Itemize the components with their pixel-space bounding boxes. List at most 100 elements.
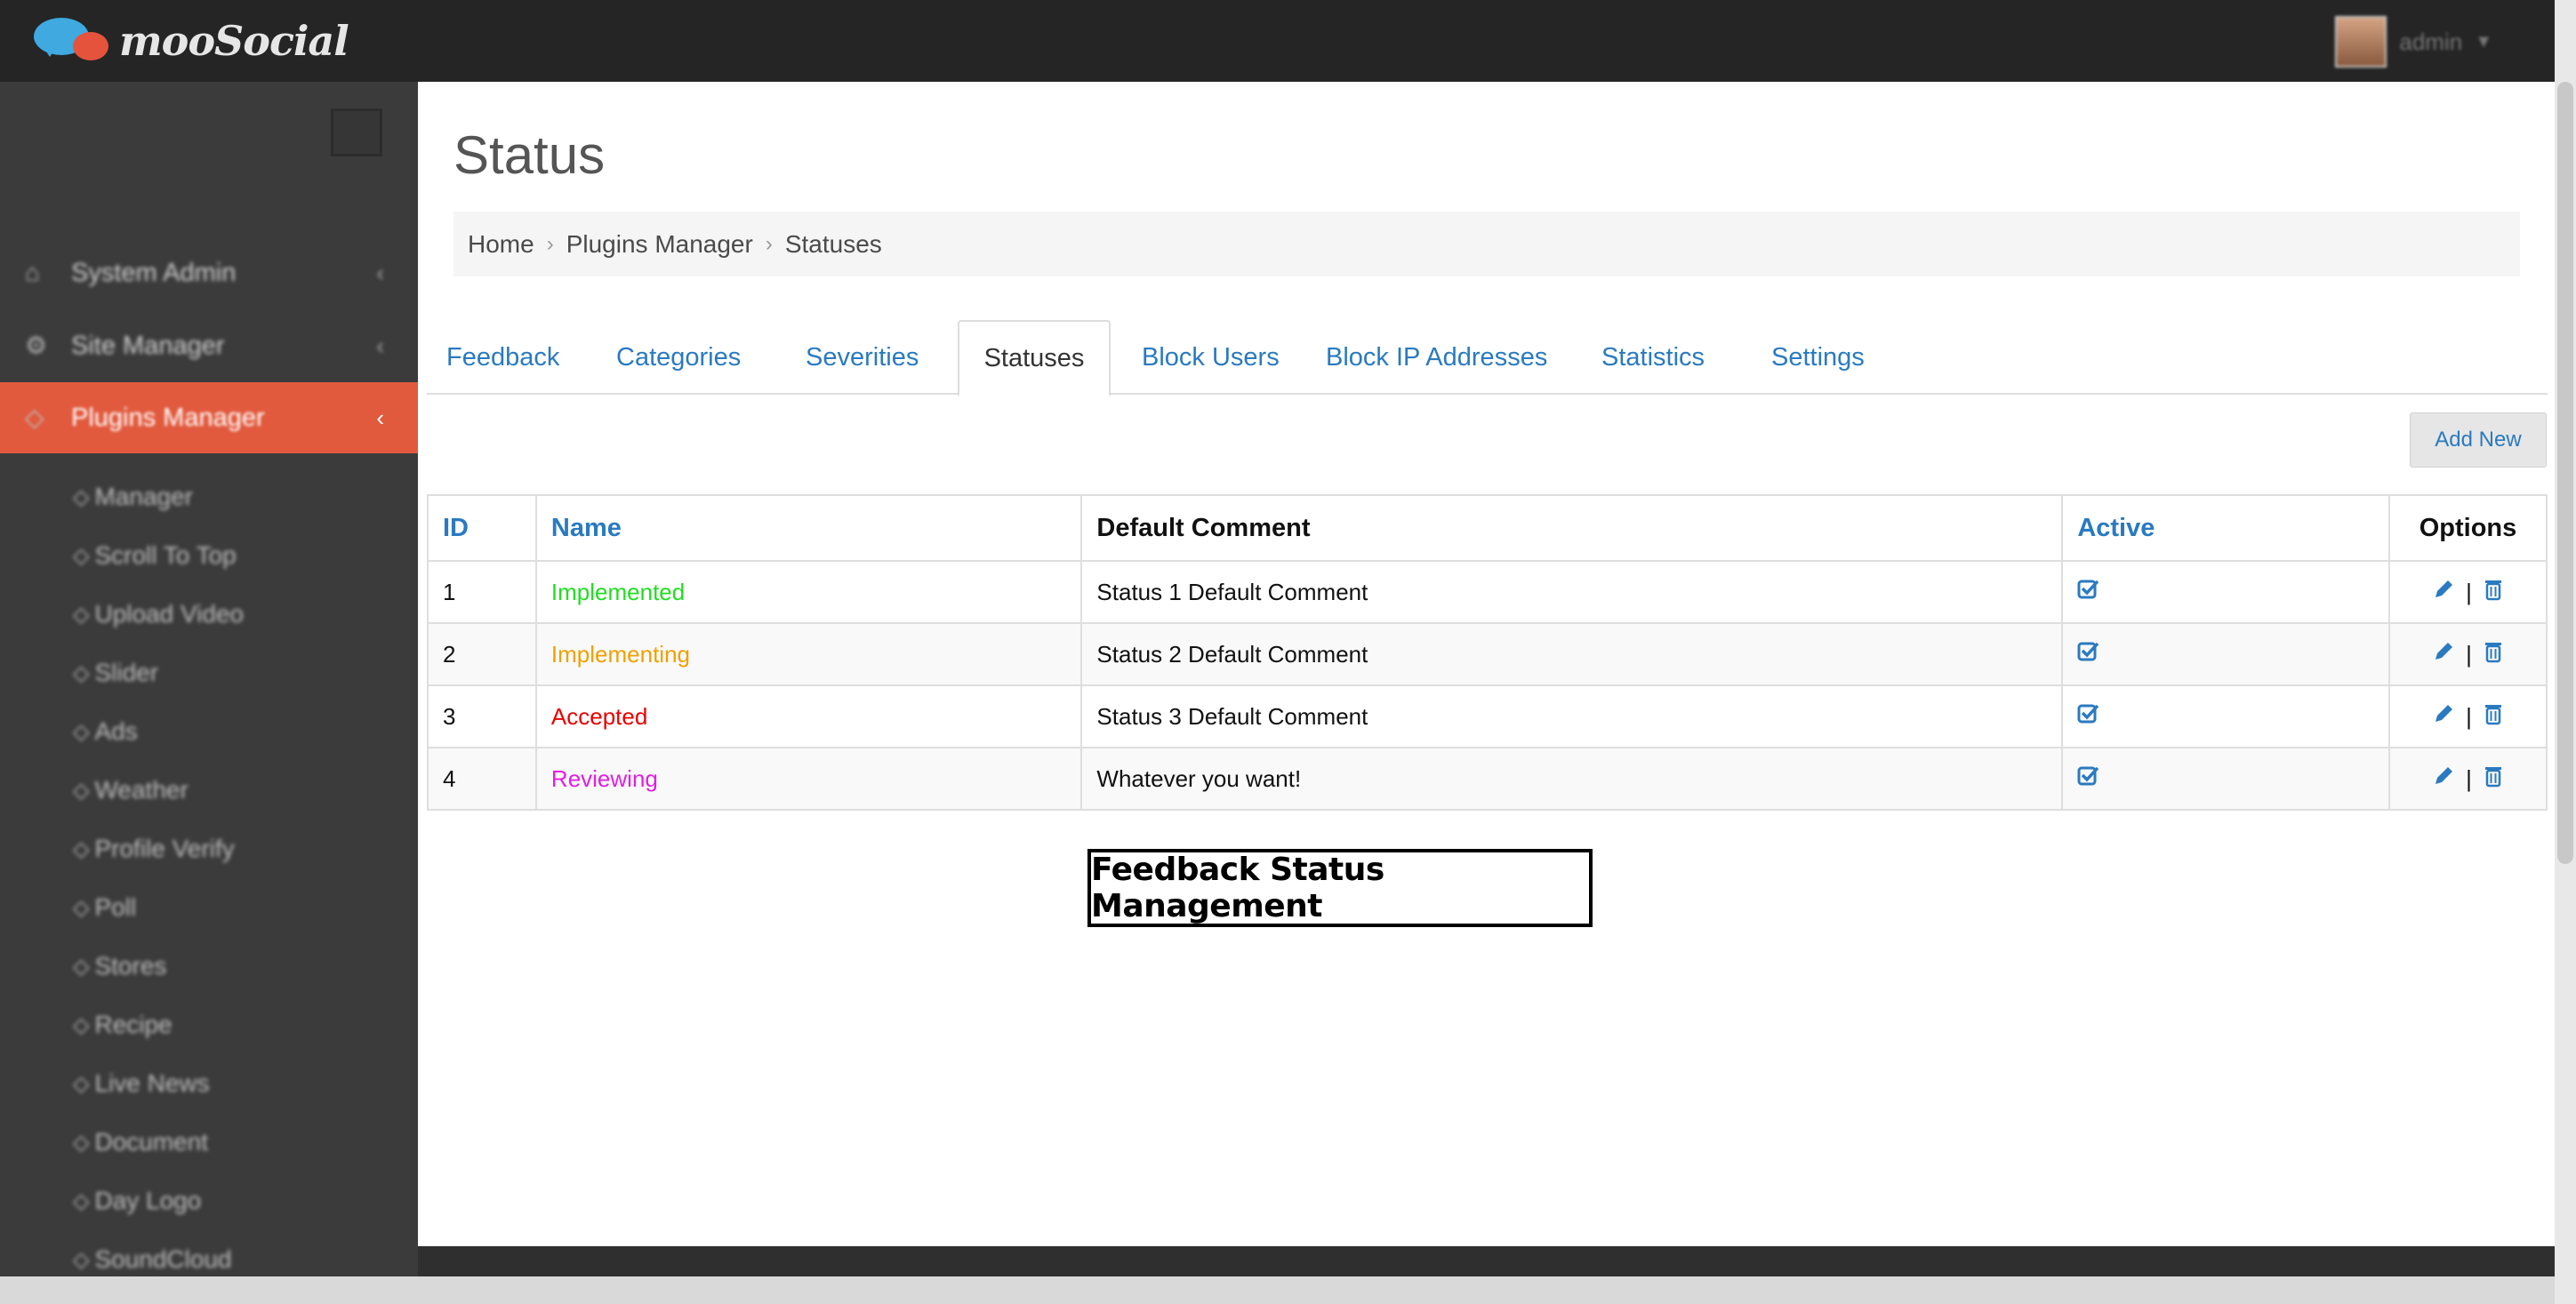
sidebar-subitem-weather[interactable]: ◇ Weather [73,768,189,812]
cell-default-comment: Status 2 Default Comment [1080,622,2064,686]
tag-icon: ◇ [73,1247,90,1272]
moosocial-logo[interactable]: mooSocial [34,14,349,68]
cell-id: 4 [427,747,537,811]
check-square-icon[interactable] [2077,764,2100,794]
cell-active [2061,684,2391,748]
trash-icon[interactable] [2483,702,2504,732]
sidebar-subitem-label: Day Logo [94,1187,202,1214]
user-menu[interactable]: admin ▼ [2335,16,2492,68]
cell-id: 3 [427,684,537,748]
edit-pencil-icon[interactable] [2432,702,2455,732]
tag-icon: ◇ [73,1071,90,1096]
sidebar-subitem-poll[interactable]: ◇ Poll [73,885,136,930]
cell-name: Accepted [534,684,1083,748]
chevron-right-icon: › [546,231,554,256]
tag-icon: ◇ [73,836,90,861]
sidebar-subitem-profile-verify[interactable]: ◇ Profile Verify [73,827,235,871]
sidebar-subitem-day-logo[interactable]: ◇ Day Logo [73,1179,201,1223]
sidebar-subitem-label: Manager [94,483,193,510]
sidebar-subitem-label: Recipe [94,1011,173,1038]
sidebar-subitem-slider[interactable]: ◇ Slider [73,651,158,695]
chevron-right-icon: › [765,231,773,256]
sidebar-subitem-label: Poll [94,893,137,921]
breadcrumb-plugins-manager[interactable]: Plugins Manager [566,230,753,259]
tag-icon: ◇ [25,404,44,431]
option-separator: | [2466,640,2472,668]
user-name: admin [2399,28,2463,55]
check-square-icon[interactable] [2077,640,2100,669]
check-square-icon[interactable] [2077,578,2100,607]
table-row: 4 Reviewing Whatever you want! | [427,747,2548,811]
breadcrumb-statuses: Statuses [784,229,882,258]
main-content: Status Home › Plugins Manager › Statuses… [418,82,2555,1246]
sidebar-subitem-upload-video[interactable]: ◇ Upload Video [73,592,244,636]
tab-settings[interactable]: Settings [1771,320,1865,395]
tab-statuses[interactable]: Statuses [958,320,1111,396]
sidebar-subitem-label: SoundCloud [94,1245,232,1273]
trash-icon[interactable] [2483,578,2504,607]
cell-name: Reviewing [534,747,1083,811]
table-row: 1 Implemented Status 1 Default Comment | [427,560,2548,624]
trash-icon[interactable] [2483,764,2504,794]
chevron-left-icon: ‹ [376,259,384,286]
sidebar-toggle-button[interactable] [331,108,382,156]
top-navbar: mooSocial admin ▼ [0,0,2555,82]
cell-id: 1 [427,560,537,624]
column-header-options: Options [2388,494,2548,562]
tag-icon: ◇ [73,602,90,627]
check-square-icon[interactable] [2077,702,2100,732]
trash-icon[interactable] [2483,640,2504,669]
sidebar-subitem-ads[interactable]: ◇ Ads [73,709,138,754]
column-header-active[interactable]: Active [2061,494,2391,562]
breadcrumb: Home › Plugins Manager › Statuses [453,212,2520,276]
edit-pencil-icon[interactable] [2432,578,2455,607]
sidebar-subitem-label: Scroll To Top [94,541,237,569]
tab-statistics[interactable]: Statistics [1601,320,1705,395]
sidebar-subitem-soundcloud[interactable]: ◇ SoundCloud [73,1237,232,1282]
sidebar-item-system-admin[interactable]: ⌂ System Admin ‹ [0,237,418,308]
cell-default-comment: Status 3 Default Comment [1080,684,2064,748]
tab-feedback[interactable]: Feedback [446,320,559,395]
sidebar-subitem-document[interactable]: ◇ Document [73,1120,208,1164]
sidebar-item-plugins-manager[interactable]: ◇ Plugins Manager ‹ [0,382,418,453]
tag-icon: ◇ [73,895,90,920]
sidebar-subitem-label: Slider [94,659,159,686]
sidebar-subitem-scroll-to-top[interactable]: ◇ Scroll To Top [73,533,237,578]
cell-default-comment: Status 1 Default Comment [1080,560,2064,624]
tag-icon: ◇ [73,1188,90,1213]
table-header-row: ID Name Default Comment Active Options [427,494,2548,562]
option-separator: | [2466,702,2472,730]
caption-label: Feedback Status Management [1087,849,1593,927]
column-header-default-comment: Default Comment [1080,494,2064,562]
column-header-id[interactable]: ID [427,494,537,562]
sidebar-subitem-manager[interactable]: ◇ Manager [73,475,193,519]
edit-pencil-icon[interactable] [2432,640,2455,669]
sidebar-item-label: Site Manager [71,331,225,360]
tag-icon: ◇ [73,954,90,979]
sidebar-subitem-stores[interactable]: ◇ Stores [73,944,166,988]
tab-block-users[interactable]: Block Users [1142,320,1280,395]
sidebar-subitem-live-news[interactable]: ◇ Live News [73,1061,210,1106]
add-new-button[interactable]: Add New [2410,412,2547,468]
cell-options: | [2388,622,2548,686]
tag-icon: ◇ [73,778,90,803]
tab-block-ip-addresses[interactable]: Block IP Addresses [1326,320,1547,395]
cell-active [2061,622,2391,686]
cell-options: | [2388,684,2548,748]
tab-severities[interactable]: Severities [806,320,919,395]
sidebar-subitem-recipe[interactable]: ◇ Recipe [73,1003,173,1047]
edit-pencil-icon[interactable] [2432,764,2455,794]
breadcrumb-home[interactable]: Home [468,230,534,259]
sidebar: ⌂ System Admin ‹ ⚙ Site Manager ‹ ◇ Plug… [0,82,418,1304]
column-header-name[interactable]: Name [534,494,1083,562]
table-row: 3 Accepted Status 3 Default Comment | [427,684,2548,748]
gears-icon: ⚙ [25,332,48,359]
sidebar-item-site-manager[interactable]: ⚙ Site Manager ‹ [0,310,418,381]
sidebar-subitem-label: Weather [94,776,189,804]
tab-categories[interactable]: Categories [616,320,741,395]
sidebar-subitem-label: Document [94,1128,209,1156]
footer-bar [418,1246,2555,1276]
scrollbar-thumb[interactable] [2557,82,2573,864]
cell-active [2061,747,2391,811]
status-table: ID Name Default Comment Active Options 1… [427,494,2548,811]
